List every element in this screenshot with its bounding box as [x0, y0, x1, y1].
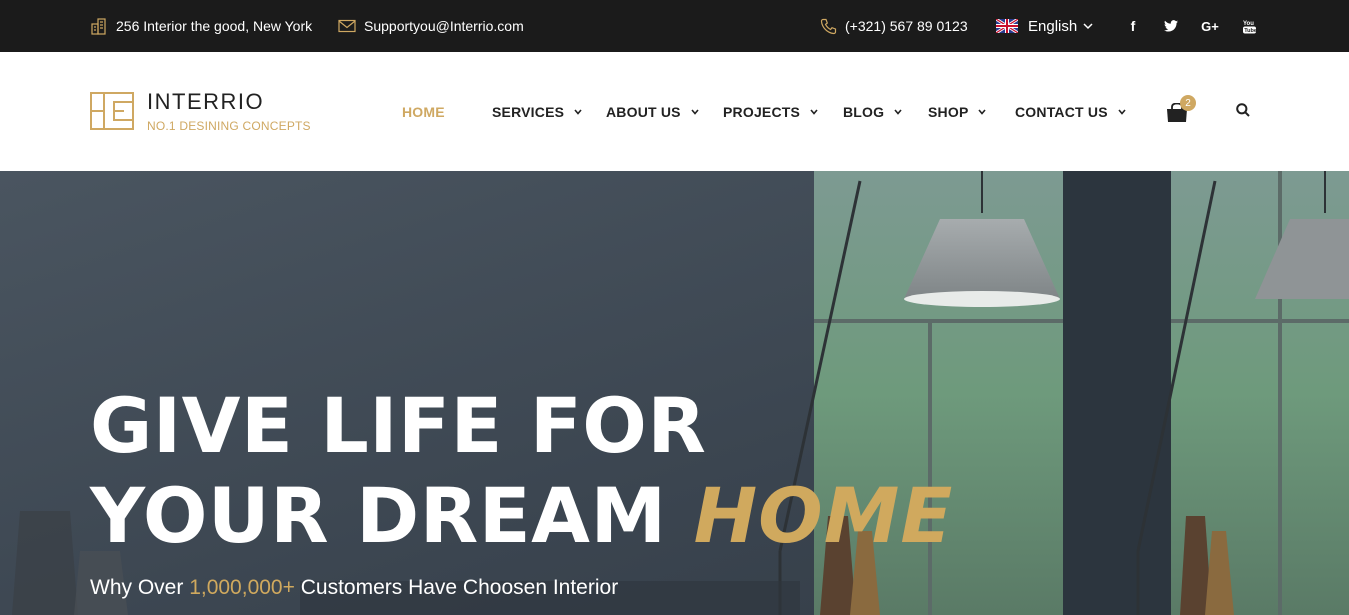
- chevron-down-icon: [1118, 108, 1126, 115]
- nav-shop[interactable]: SHOP: [928, 52, 987, 171]
- language-label[interactable]: English: [1028, 18, 1077, 35]
- chevron-down-icon: [978, 108, 987, 115]
- twitter-icon[interactable]: [1159, 0, 1183, 52]
- chevron-down-icon: [574, 108, 582, 115]
- nav-blog[interactable]: BLOG: [843, 52, 902, 171]
- nav-about-us-label: ABOUT US: [606, 103, 681, 120]
- logo-text: INTERRIO NO.1 DESINING CONCEPTS: [147, 89, 311, 134]
- nav-shop-label: SHOP: [928, 103, 969, 120]
- hero-title-line2: YOUR DREAM HOME: [90, 471, 953, 561]
- chevron-down-icon: [894, 108, 902, 115]
- nav-home-label: HOME: [402, 103, 445, 120]
- brand-tagline: NO.1 DESINING CONCEPTS: [147, 119, 311, 133]
- main-header: INTERRIO NO.1 DESINING CONCEPTS HOME SER…: [0, 52, 1349, 171]
- hero-subtitle-post: Customers Have Choosen Interior: [300, 576, 619, 599]
- hero-subtitle: Why Over 1,000,000+ Customers Have Choos…: [90, 576, 618, 600]
- nav-projects-label: PROJECTS: [723, 103, 801, 120]
- uk-flag-icon: [996, 19, 1018, 33]
- site-logo[interactable]: INTERRIO NO.1 DESINING CONCEPTS: [90, 89, 311, 134]
- phone-text[interactable]: (+321) 567 89 0123: [845, 18, 968, 34]
- search-button[interactable]: [1236, 103, 1252, 119]
- envelope-icon: [338, 19, 356, 33]
- nav-services-label: SERVICES: [492, 103, 565, 120]
- facebook-icon[interactable]: f: [1121, 0, 1145, 52]
- brand-name: INTERRIO: [147, 89, 265, 114]
- hero-title: GIVE LIFE FOR YOUR DREAM HOME: [90, 381, 953, 561]
- email-info[interactable]: Supportyou@Interrio.com: [338, 0, 524, 52]
- svg-text:You: You: [1243, 21, 1254, 27]
- phone-icon: [820, 18, 837, 34]
- svg-text:Tube: Tube: [1244, 28, 1256, 34]
- hero-title-line1: GIVE LIFE FOR: [90, 381, 707, 470]
- nav-blog-label: BLOG: [843, 103, 885, 120]
- chevron-down-icon: [691, 108, 699, 115]
- cart-button[interactable]: 2: [1166, 95, 1196, 124]
- nav-contact-us-label: CONTACT US: [1015, 103, 1108, 120]
- phone-info[interactable]: (+321) 567 89 0123: [820, 0, 968, 52]
- hero-title-accent: HOME: [693, 471, 954, 560]
- nav-home[interactable]: HOME: [402, 52, 445, 171]
- youtube-icon[interactable]: You Tube: [1237, 0, 1261, 52]
- address-text: 256 Interior the good, New York: [116, 18, 313, 34]
- search-icon: [1236, 103, 1250, 117]
- nav-services[interactable]: SERVICES: [492, 52, 582, 171]
- address-info: 256 Interior the good, New York: [90, 0, 312, 52]
- email-text[interactable]: Supportyou@Interrio.com: [364, 18, 524, 34]
- nav-contact-us[interactable]: CONTACT US: [1015, 52, 1126, 171]
- chevron-down-icon: [810, 108, 818, 115]
- building-icon: [91, 18, 106, 35]
- top-bar: 256 Interior the good, New York Supporty…: [0, 0, 1349, 52]
- logo-mark-icon: [90, 92, 134, 130]
- language-selector[interactable]: English: [996, 0, 1093, 52]
- google-plus-icon[interactable]: G+: [1198, 0, 1222, 52]
- cart-count-badge: 2: [1180, 95, 1196, 111]
- chevron-down-icon: [1083, 22, 1093, 29]
- hero-subtitle-number: 1,000,000+: [189, 576, 295, 599]
- hero-banner: GIVE LIFE FOR YOUR DREAM HOME Why Over 1…: [0, 171, 1349, 615]
- hero-title-line2-text: YOUR DREAM: [90, 471, 667, 560]
- hero-subtitle-pre: Why Over: [90, 576, 184, 599]
- nav-about-us[interactable]: ABOUT US: [606, 52, 699, 171]
- nav-projects[interactable]: PROJECTS: [723, 52, 818, 171]
